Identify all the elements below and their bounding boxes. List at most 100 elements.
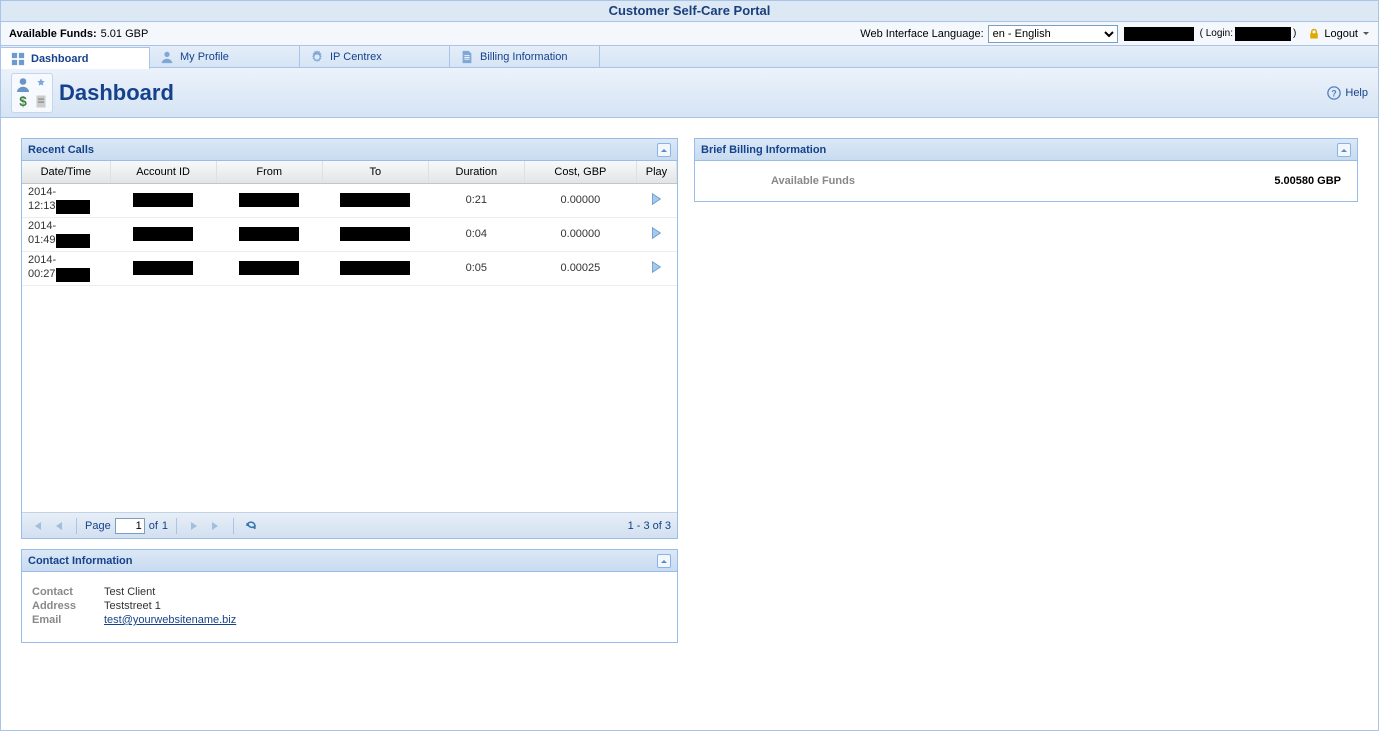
address-value: Teststreet 1	[104, 600, 161, 612]
content-area: Recent Calls Date/Time Account ID From	[0, 118, 1379, 731]
gear-icon	[310, 50, 324, 64]
brief-billing-header: Brief Billing Information	[695, 139, 1357, 161]
cell-datetime: 2014-00:27	[22, 251, 110, 285]
tab-dashboard-label: Dashboard	[31, 53, 88, 65]
collapse-button[interactable]	[657, 143, 671, 157]
pager-last-button[interactable]	[207, 517, 225, 535]
email-label: Email	[32, 614, 104, 626]
cell-play	[636, 183, 676, 217]
col-datetime[interactable]: Date/Time	[22, 161, 110, 183]
contact-info-title: Contact Information	[28, 555, 133, 567]
cell-datetime: 2014-12:13	[22, 183, 110, 217]
cell-from	[216, 217, 322, 251]
recent-calls-header: Recent Calls	[22, 139, 677, 161]
page-title: Dashboard	[59, 80, 174, 106]
help-link[interactable]: ? Help	[1327, 86, 1368, 100]
svg-text:$: $	[19, 94, 27, 109]
cell-play	[636, 217, 676, 251]
play-button[interactable]	[649, 226, 663, 240]
svg-text:?: ?	[1332, 88, 1337, 98]
pager-prev-button[interactable]	[50, 517, 68, 535]
cell-account-id	[110, 251, 216, 285]
pagination-bar: Page of 1 1 - 3 of 3	[22, 512, 677, 538]
play-button[interactable]	[649, 260, 663, 274]
page-header: $ Dashboard ? Help	[0, 68, 1379, 118]
dashboard-large-icon: $	[11, 73, 53, 113]
tab-dashboard[interactable]: Dashboard	[0, 47, 150, 69]
cell-cost: 0.00000	[524, 217, 636, 251]
document-icon	[460, 50, 474, 64]
help-label: Help	[1345, 87, 1368, 99]
table-row[interactable]: 2014-12:13 0:21 0.00000	[22, 183, 677, 217]
user-name-redacted	[1124, 27, 1194, 41]
available-funds-label: Available Funds:	[9, 28, 97, 40]
cell-cost: 0.00000	[524, 183, 636, 217]
pager-page-label: Page	[85, 520, 111, 532]
table-row[interactable]: 2014-00:27 0:05 0.00025	[22, 251, 677, 285]
contact-info-panel: Contact Information Contact Test Client …	[21, 549, 678, 643]
address-label: Address	[32, 600, 104, 612]
tab-my-profile-label: My Profile	[180, 51, 229, 63]
cell-to	[322, 183, 428, 217]
pager-next-button[interactable]	[185, 517, 203, 535]
tab-billing-info-label: Billing Information	[480, 51, 567, 63]
pager-refresh-button[interactable]	[242, 517, 260, 535]
col-to[interactable]: To	[322, 161, 428, 183]
contact-value: Test Client	[104, 586, 155, 598]
billing-funds-label: Available Funds	[771, 175, 855, 187]
dropdown-caret-icon	[1362, 30, 1370, 38]
lock-icon	[1308, 28, 1320, 40]
contact-info-header: Contact Information	[22, 550, 677, 572]
cell-to	[322, 251, 428, 285]
available-funds-value: 5.01 GBP	[101, 28, 149, 40]
pager-of-value: 1	[162, 520, 168, 532]
cell-datetime: 2014-01:49	[22, 217, 110, 251]
col-play[interactable]: Play	[636, 161, 676, 183]
help-icon: ?	[1327, 86, 1341, 100]
portal-title: Customer Self-Care Portal	[0, 0, 1379, 22]
login-label-close: )	[1293, 28, 1296, 39]
cell-account-id	[110, 217, 216, 251]
cell-from	[216, 251, 322, 285]
tab-ip-centrex[interactable]: IP Centrex	[300, 46, 450, 67]
pager-first-button[interactable]	[28, 517, 46, 535]
cell-account-id	[110, 183, 216, 217]
cell-from	[216, 183, 322, 217]
top-toolbar: Available Funds: 5.01 GBP Web Interface …	[0, 22, 1379, 46]
dashboard-icon	[11, 52, 25, 66]
col-duration[interactable]: Duration	[428, 161, 524, 183]
language-select[interactable]: en - English	[988, 25, 1118, 43]
table-row[interactable]: 2014-01:49 0:04 0.00000	[22, 217, 677, 251]
billing-funds-value: 5.00580 GBP	[1274, 175, 1341, 187]
cell-play	[636, 251, 676, 285]
email-link[interactable]: test@yourwebsitename.biz	[104, 614, 236, 626]
recent-calls-table: Date/Time Account ID From To Duration Co…	[22, 161, 677, 286]
tab-billing-info[interactable]: Billing Information	[450, 46, 600, 67]
language-label: Web Interface Language:	[860, 28, 983, 40]
collapse-button[interactable]	[657, 554, 671, 568]
brief-billing-title: Brief Billing Information	[701, 144, 826, 156]
pager-of-label: of	[149, 520, 158, 532]
tab-ip-centrex-label: IP Centrex	[330, 51, 382, 63]
profile-icon	[160, 50, 174, 64]
pager-page-input[interactable]	[115, 518, 145, 534]
logout-link[interactable]: Logout	[1308, 28, 1370, 40]
col-cost[interactable]: Cost, GBP	[524, 161, 636, 183]
play-button[interactable]	[649, 192, 663, 206]
col-from[interactable]: From	[216, 161, 322, 183]
recent-calls-title: Recent Calls	[28, 144, 94, 156]
login-label-open: ( Login:	[1200, 28, 1233, 39]
login-value-redacted	[1235, 27, 1291, 41]
cell-to	[322, 217, 428, 251]
cell-duration: 0:05	[428, 251, 524, 285]
recent-calls-panel: Recent Calls Date/Time Account ID From	[21, 138, 678, 539]
main-tabs: Dashboard My Profile IP Centrex Billing …	[0, 46, 1379, 68]
collapse-button[interactable]	[1337, 143, 1351, 157]
logout-label: Logout	[1324, 28, 1358, 40]
brief-billing-panel: Brief Billing Information Available Fund…	[694, 138, 1358, 202]
col-account-id[interactable]: Account ID	[110, 161, 216, 183]
contact-label: Contact	[32, 586, 104, 598]
pager-status: 1 - 3 of 3	[628, 520, 671, 532]
tab-my-profile[interactable]: My Profile	[150, 46, 300, 67]
cell-cost: 0.00025	[524, 251, 636, 285]
